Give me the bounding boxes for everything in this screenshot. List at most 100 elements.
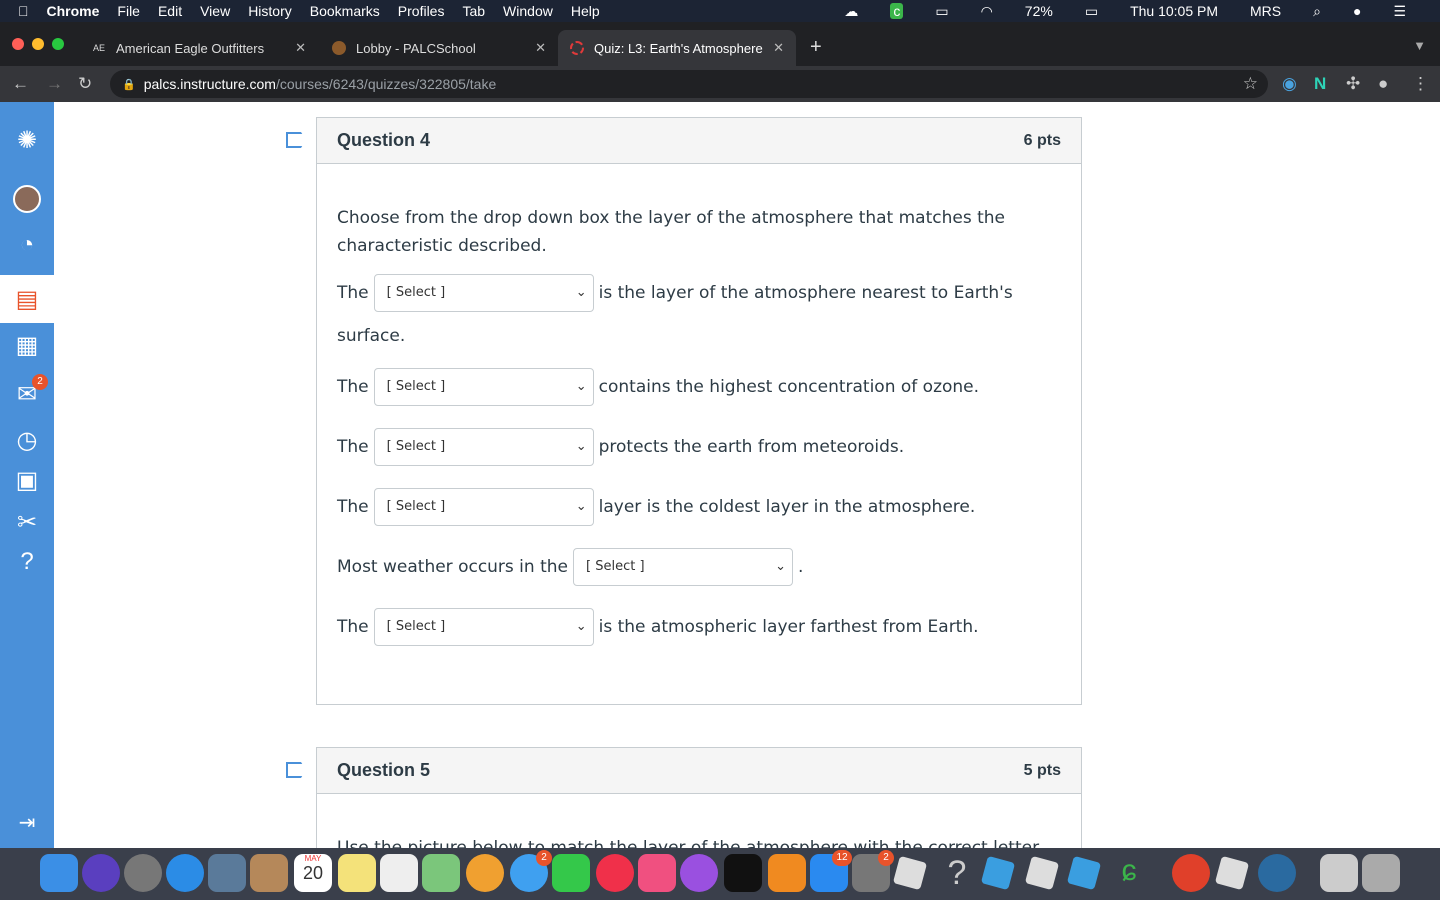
minimize-window-button[interactable]	[32, 38, 44, 50]
trash-icon[interactable]	[1362, 854, 1400, 892]
menu-bookmarks[interactable]: Bookmarks	[310, 3, 380, 19]
tab-search-icon[interactable]: ▼	[1413, 38, 1426, 53]
new-tab-button[interactable]: +	[810, 36, 822, 59]
apple-tv-icon[interactable]	[724, 854, 762, 892]
flag-question-icon[interactable]	[286, 762, 306, 778]
tab-quiz[interactable]: Quiz: L3: Earth's Atmosphere A ✕	[558, 30, 796, 66]
back-icon[interactable]: ←	[12, 74, 29, 94]
roblox-icon[interactable]	[892, 855, 928, 891]
app-store-icon[interactable]: 12	[810, 850, 852, 892]
dropdown-2[interactable]: [ Select ] ⌄	[373, 368, 594, 406]
dropdown-5[interactable]: [ Select ] ⌄	[573, 548, 793, 586]
reload-icon[interactable]: ↻	[78, 74, 92, 94]
podcasts-icon[interactable]	[680, 854, 718, 892]
battery-percent[interactable]: 72%	[1025, 3, 1053, 19]
calendar-icon[interactable]: MAY 20	[294, 854, 332, 892]
facetime-icon[interactable]	[552, 854, 590, 892]
user-name[interactable]: MRS	[1250, 3, 1281, 19]
help-icon[interactable]: ?	[0, 542, 54, 582]
app-c-icon[interactable]: ɕ	[1110, 854, 1148, 892]
airplay-icon[interactable]: ▭	[935, 3, 948, 20]
battery-icon[interactable]: ▭	[1085, 3, 1098, 20]
news-icon[interactable]	[596, 854, 634, 892]
tab-lobby[interactable]: Lobby - PALCSchool ✕	[320, 30, 558, 66]
close-window-button[interactable]	[12, 38, 24, 50]
menu-window[interactable]: Window	[503, 3, 553, 19]
account-avatar[interactable]	[0, 179, 54, 219]
close-icon[interactable]: ✕	[535, 40, 546, 56]
menu-profiles[interactable]: Profiles	[398, 3, 445, 19]
chevron-down-icon: ⌄	[575, 285, 587, 300]
dropdown-4[interactable]: [ Select ] ⌄	[373, 488, 594, 526]
wifi-icon[interactable]: ◠	[981, 3, 993, 20]
address-bar[interactable]: 🔒 palcs.instructure.com/courses/6243/qui…	[110, 70, 1268, 98]
music-icon[interactable]	[638, 854, 676, 892]
ae-favicon: AE	[92, 43, 105, 53]
reminders-icon[interactable]	[380, 854, 418, 892]
commons-icon[interactable]: ▣	[0, 460, 54, 500]
siri-icon[interactable]: ●	[1353, 3, 1361, 19]
control-center-icon[interactable]: ☰	[1393, 3, 1406, 20]
extension-n-icon[interactable]: N	[1314, 74, 1326, 94]
dropdown-6[interactable]: [ Select ] ⌄	[373, 608, 594, 646]
collapse-nav-icon[interactable]: ⇥	[0, 802, 54, 842]
dropdown-1[interactable]: [ Select ] ⌄	[373, 274, 594, 312]
roblox-studio-icon-2[interactable]	[1066, 855, 1102, 891]
menu-edit[interactable]: Edit	[158, 3, 182, 19]
chrome-icon[interactable]	[1172, 854, 1210, 892]
select-value: [ Select ]	[386, 619, 446, 634]
downloads-icon[interactable]	[1320, 854, 1358, 892]
creative-cloud-icon[interactable]: ☁	[844, 3, 858, 20]
messages-icon[interactable]: 2	[510, 850, 552, 892]
quicktime-icon[interactable]	[1258, 854, 1296, 892]
photos-icon[interactable]	[466, 854, 504, 892]
flag-question-icon[interactable]	[286, 132, 306, 148]
extension-screencast-icon[interactable]: ◉	[1282, 74, 1297, 94]
siri-icon[interactable]	[82, 854, 120, 892]
calendar-icon[interactable]: ▦	[0, 325, 54, 365]
system-preferences-icon[interactable]: 2	[852, 850, 894, 892]
books-icon[interactable]	[768, 854, 806, 892]
unknown-app-icon[interactable]: ?	[938, 854, 976, 892]
app-status-icon[interactable]: c	[890, 3, 904, 19]
menu-tab[interactable]: Tab	[462, 3, 485, 19]
tab-american-eagle[interactable]: AE American Eagle Outfitters ✕	[80, 30, 318, 66]
safari-icon[interactable]	[166, 854, 204, 892]
roblox-icon-3[interactable]	[1214, 855, 1250, 891]
menu-file[interactable]: File	[117, 3, 140, 19]
contacts-icon[interactable]	[250, 854, 288, 892]
close-icon[interactable]: ✕	[295, 40, 306, 56]
menu-help[interactable]: Help	[571, 3, 600, 19]
mail-icon[interactable]	[208, 854, 246, 892]
finder-icon[interactable]	[40, 854, 78, 892]
clock[interactable]: Thu 10:05 PM	[1130, 3, 1218, 19]
bookmark-star-icon[interactable]: ☆	[1243, 74, 1258, 94]
menu-view[interactable]: View	[200, 3, 230, 19]
chrome-menu-icon[interactable]: ⋮	[1412, 74, 1429, 94]
studio-icon[interactable]: ✂	[0, 502, 54, 542]
dashboard-icon[interactable]: ◔	[0, 225, 54, 265]
roblox-icon-2[interactable]	[1024, 855, 1060, 891]
apple-icon[interactable]: 	[18, 3, 29, 19]
menu-history[interactable]: History	[248, 3, 292, 19]
maps-icon[interactable]	[422, 854, 460, 892]
extensions-puzzle-icon[interactable]: ✣	[1346, 74, 1360, 94]
macos-menubar:  Chrome File Edit View History Bookmark…	[0, 0, 1440, 22]
close-icon[interactable]: ✕	[773, 40, 784, 56]
notes-icon[interactable]	[338, 854, 376, 892]
forward-icon[interactable]: →	[46, 74, 63, 94]
row-text: The	[337, 377, 369, 397]
courses-icon[interactable]: ▤	[0, 275, 54, 323]
question-5: Question 55 pts Use the picture below to…	[316, 747, 1082, 863]
menu-app[interactable]: Chrome	[47, 3, 100, 19]
prefs-badge: 2	[878, 850, 894, 866]
maximize-window-button[interactable]	[52, 38, 64, 50]
profile-icon[interactable]: ●	[1378, 74, 1388, 94]
dropdown-3[interactable]: [ Select ] ⌄	[373, 428, 594, 466]
roblox-studio-icon[interactable]	[980, 855, 1016, 891]
history-icon[interactable]: ◷	[0, 420, 54, 460]
launchpad-icon[interactable]	[124, 854, 162, 892]
canvas-logo-icon[interactable]: ✺	[0, 120, 54, 160]
inbox-icon[interactable]: ✉ 2	[0, 374, 54, 414]
spotlight-icon[interactable]: ⌕	[1313, 3, 1321, 20]
